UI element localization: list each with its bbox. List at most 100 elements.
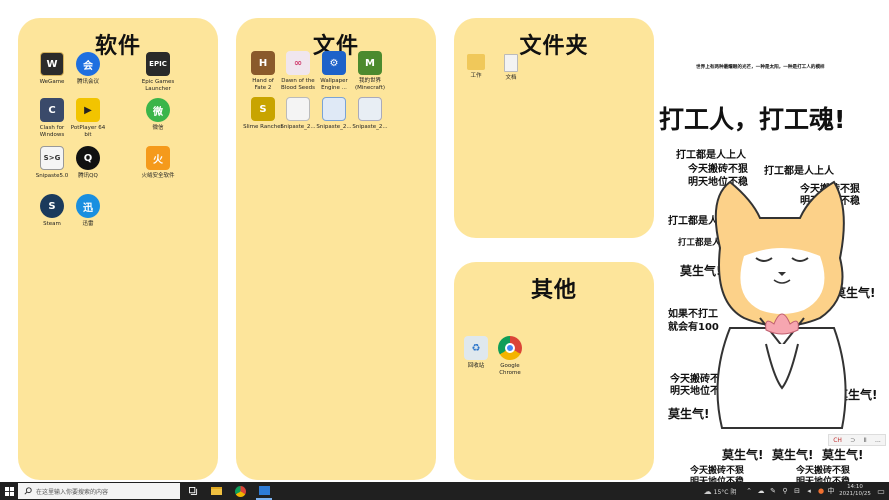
icon-label: Hand of Fate 2 xyxy=(252,78,274,91)
desktop-icon-clash[interactable]: C Clash for Windows xyxy=(32,98,72,138)
volume-icon: ◂ xyxy=(807,487,811,495)
desktop-icon-dawn-blood-seeds[interactable]: ∞ Dawn of the Blood Seeds xyxy=(278,51,318,91)
desktop-icon-chrome[interactable]: Google Chrome xyxy=(490,336,530,376)
desktop-icon-docs[interactable]: 文档 xyxy=(491,54,531,82)
clock-time: 14:10 xyxy=(847,484,863,490)
ime-language-toggle[interactable]: CH xyxy=(833,437,842,444)
chevron-up-icon: ⌃ xyxy=(746,487,752,495)
task-view-button[interactable] xyxy=(186,482,200,500)
tray-icon-6[interactable]: ● xyxy=(816,482,826,500)
search-icon xyxy=(24,487,32,495)
notification-icon: ▭ xyxy=(877,486,885,496)
desktop-icon-huorong[interactable]: 火 火绒安全软件 xyxy=(138,146,178,180)
icon-label: 微信 xyxy=(152,125,164,131)
image-file-icon xyxy=(322,97,346,121)
icon-label: Snipaste_2... xyxy=(352,124,388,130)
ime-moon-icon[interactable]: ⊃ xyxy=(850,437,855,444)
wallpaper-engine-icon: ⚙ xyxy=(322,51,346,75)
ime-indicator[interactable]: 中 xyxy=(826,482,836,500)
taskbar-app-explorer[interactable] xyxy=(208,482,224,500)
desktop-icon-snipaste-image-2[interactable]: Snipaste_2... xyxy=(314,97,354,131)
snipaste-icon: S>G xyxy=(40,146,64,170)
fence-folders: 文件夹 工作 文档 xyxy=(454,18,654,238)
tray-overflow-button[interactable]: ⌃ xyxy=(744,482,754,500)
qq-penguin-icon: Q xyxy=(76,146,100,170)
recycle-bin-icon: ♻ xyxy=(464,336,488,360)
icon-label: Snipaste_2... xyxy=(280,124,316,130)
tray-icon-4[interactable]: ⊟ xyxy=(792,482,802,500)
desktop-icon-slime-rancher[interactable]: S Slime Rancher xyxy=(243,97,283,131)
search-placeholder: 在这里输入你要搜索的内容 xyxy=(36,488,109,496)
icon-label: Epic Games Launcher xyxy=(141,79,175,92)
pen-icon: ✎ xyxy=(770,487,776,495)
taskbar-search-box[interactable]: 在这里输入你要搜索的内容 xyxy=(18,483,180,499)
icon-label: 迅雷 xyxy=(82,221,94,227)
wallpaper-line: 打工都是人上人 xyxy=(676,150,746,161)
icon-label: WeGame xyxy=(39,79,65,85)
clock-date: 2021/10/25 xyxy=(839,491,871,497)
icon-label: Dawn of the Blood Seeds xyxy=(281,78,315,91)
desktop-icon-snipaste-image-1[interactable]: Snipaste_2... xyxy=(278,97,318,131)
taskbar-app-photos[interactable] xyxy=(256,482,272,500)
desktop-icon-epic-games[interactable]: EPIC Epic Games Launcher xyxy=(138,52,178,92)
ime-more-icon[interactable]: ... xyxy=(875,437,881,444)
hand-of-fate-icon: H xyxy=(251,51,275,75)
icon-label: 腾讯QQ xyxy=(78,173,98,179)
desktop-icon-qq[interactable]: Q 腾讯QQ xyxy=(68,146,108,180)
potplayer-icon: ▶ xyxy=(76,98,100,122)
fence-files: 文件 H Hand of Fate 2 ∞ Dawn of the Blood … xyxy=(236,18,436,480)
ime-toolbar[interactable]: CH ⊃ Ⅱ ... xyxy=(828,434,886,446)
start-button[interactable] xyxy=(0,482,18,500)
desktop-icon-wechat[interactable]: 微 微信 xyxy=(138,98,178,132)
tray-icon-3[interactable]: ⚲ xyxy=(780,482,790,500)
tray-icon-1[interactable]: ☁ xyxy=(756,482,766,500)
image-file-icon xyxy=(358,97,382,121)
desktop-icon-snipaste-image-3[interactable]: Snipaste_2... xyxy=(350,97,390,131)
security-icon: ● xyxy=(817,487,825,495)
folder-icon xyxy=(467,54,485,70)
wallpaper-line: 打工都是人上人 xyxy=(764,166,834,177)
fence-software: 软件 W WeGame 会 腾讯会议 EPIC Epic Games Launc… xyxy=(18,18,218,480)
taskbar-app-chrome[interactable] xyxy=(232,482,248,500)
network-icon: ⊟ xyxy=(794,487,800,495)
slime-rancher-icon: S xyxy=(251,97,275,121)
taskbar-clock[interactable]: 14:10 2021/10/25 xyxy=(836,482,874,500)
tencent-meeting-icon: 会 xyxy=(76,52,100,76)
wallpaper-headline: 打工人，打工魂! xyxy=(659,105,846,134)
vpn-icon: ⚲ xyxy=(782,487,788,495)
minecraft-icon: M xyxy=(358,51,382,75)
wegame-icon: W xyxy=(40,52,64,76)
desktop-icon-minecraft[interactable]: M 我的世界 (Minecraft) xyxy=(350,51,390,91)
desktop-icon-potplayer[interactable]: ▶ PotPlayer 64 bit xyxy=(68,98,108,138)
image-file-icon xyxy=(286,97,310,121)
tray-icon-5[interactable]: ◂ xyxy=(804,482,814,500)
notification-button[interactable]: ▭ xyxy=(875,482,887,500)
weather-widget[interactable]: ☁ 15°C 阴 xyxy=(698,482,742,500)
weather-text: 15°C 阴 xyxy=(713,488,737,496)
desktop-icon-steam[interactable]: S Steam xyxy=(32,194,72,228)
tray-icon-2[interactable]: ✎ xyxy=(768,482,778,500)
icon-label: Snipaste_2... xyxy=(316,124,352,130)
chrome-icon xyxy=(498,336,522,360)
document-icon xyxy=(504,54,518,72)
icon-label: 我的世界 (Minecraft) xyxy=(354,78,386,91)
desktop-icon-hand-of-fate[interactable]: H Hand of Fate 2 xyxy=(243,51,283,91)
ime-punctuation-toggle[interactable]: Ⅱ xyxy=(864,437,867,444)
icon-label: Steam xyxy=(43,221,61,227)
icon-label: PotPlayer 64 bit xyxy=(70,125,106,138)
icon-label: 火绒安全软件 xyxy=(141,173,175,179)
cloud-sync-icon: ☁ xyxy=(757,487,765,495)
icon-label: Clash for Windows xyxy=(39,125,65,138)
task-view-icon xyxy=(188,487,197,495)
desktop-icon-xunlei[interactable]: 迅 迅雷 xyxy=(68,194,108,228)
file-explorer-icon xyxy=(210,487,222,495)
desktop-icon-wallpaper-engine[interactable]: ⚙ Wallpaper Engine ... xyxy=(314,51,354,91)
desktop-icon-wegame[interactable]: W WeGame xyxy=(32,52,72,86)
desktop-icon-work-folder[interactable]: 工作 xyxy=(456,54,496,80)
desktop-icon-snipaste[interactable]: S>G Snipaste5.0 xyxy=(32,146,72,180)
desktop-icon-tencent-meeting[interactable]: 会 腾讯会议 xyxy=(68,52,108,86)
icon-label: Snipaste5.0 xyxy=(35,173,69,179)
cloud-icon: ☁ xyxy=(703,486,712,496)
icon-label: 工作 xyxy=(470,73,482,79)
steam-icon: S xyxy=(40,194,64,218)
